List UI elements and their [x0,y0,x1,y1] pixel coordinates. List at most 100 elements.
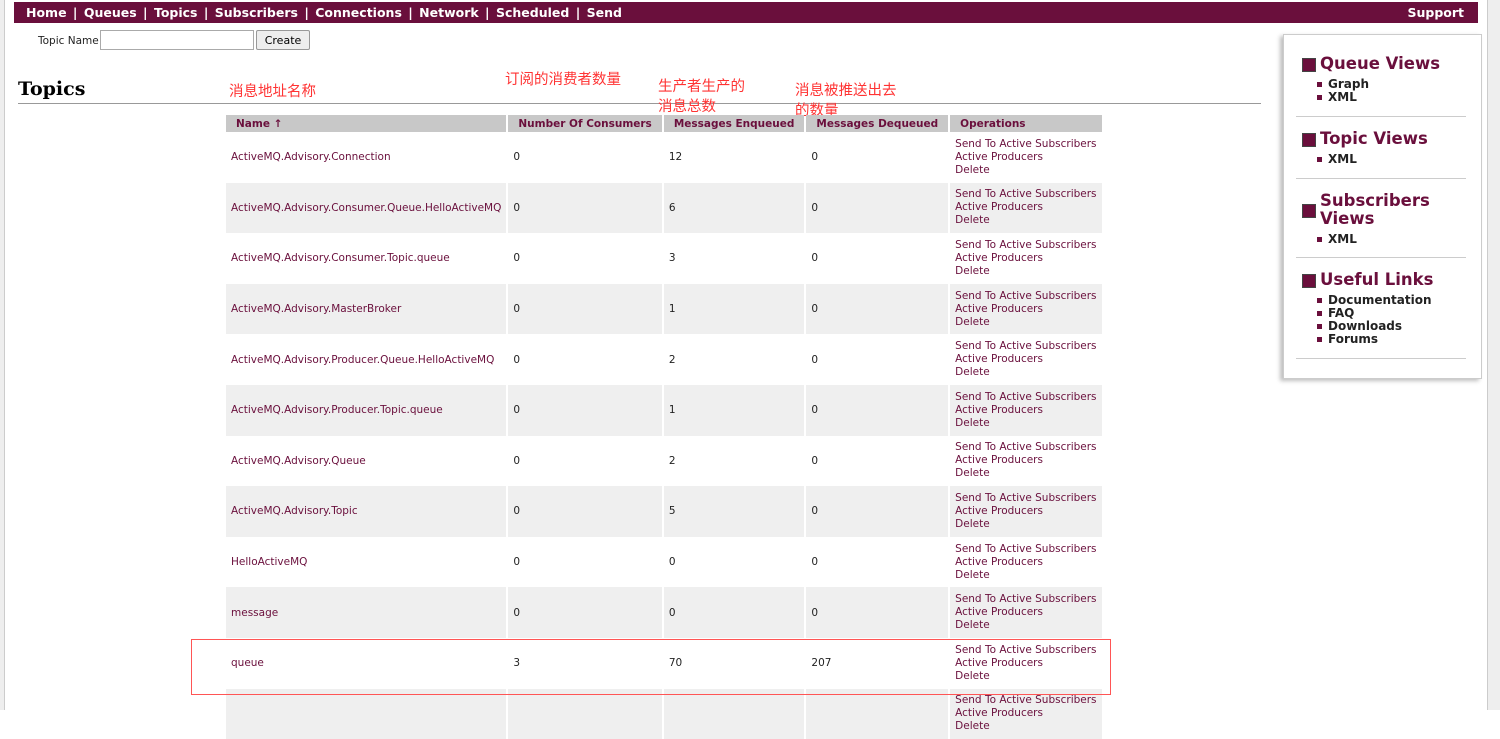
delete-link[interactable]: Delete [955,316,1096,329]
table-row: HelloActiveMQ 0 0 0 Send To Active Subscribe… [226,537,1102,588]
active-producers-link[interactable]: Active Producers [955,252,1096,265]
table-row: ActiveMQ.Advisory.Producer.Queue.HelloAc… [226,334,1102,385]
annotation-name: 消息地址名称 [229,84,316,100]
sidebar-section-topic-views: Topic Views XML [1296,130,1466,179]
topic-name-link[interactable]: ActiveMQ.Advisory.Queue [226,436,506,487]
sidebar-heading: Useful Links [1296,271,1466,289]
nav-connections[interactable]: Connections [315,5,402,20]
nav-queues[interactable]: Queues [84,5,137,20]
nav-scheduled[interactable]: Scheduled [496,5,569,20]
square-bullet-icon [1302,58,1316,72]
delete-link[interactable]: Delete [955,214,1096,227]
create-button[interactable]: Create [256,30,310,50]
topic-name-link[interactable]: ActiveMQ.Advisory.MasterBroker [226,283,507,335]
topic-name-link[interactable]: ActiveMQ.Advisory.Topic [226,486,507,537]
topic-name-link[interactable]: ActiveMQ.Advisory.Consumer.Queue.HelloAc… [226,182,507,234]
enqueued-count: 0 [663,587,805,638]
active-producers-link[interactable]: Active Producers [955,606,1096,619]
operations-cell: Send To Active Subscribers Active Produce… [950,384,1102,436]
active-producers-link[interactable]: Active Producers [955,556,1096,569]
delete-link[interactable]: Delete [955,720,1096,733]
operations-cell: Send To Active Subscribers Active Produce… [950,688,1102,739]
active-producers-link[interactable]: Active Producers [955,201,1096,214]
table-row: ActiveMQ.Advisory.Connection 0 12 0 Send To … [226,132,1102,183]
active-producers-link[interactable]: Active Producers [955,404,1096,417]
operations-cell: Send To Active Subscribers Active Produce… [950,587,1102,638]
send-to-subscribers-link[interactable]: Send To Active Subscribers [955,391,1096,404]
annotation-enqueued-1: 生产者生产的 [658,79,745,95]
consumers-count: 0 [508,486,662,537]
table-row: ActiveMQ.Advisory.Queue 0 2 0 Send To Active… [226,436,1102,487]
sidebar-section-subscribers-views: Subscribers Views XML [1296,192,1466,258]
sidebar-list: XML [1296,153,1466,166]
active-producers-link[interactable]: Active Producers [955,454,1096,467]
consumers-count: 0 [508,182,662,234]
topic-name-link[interactable]: ActiveMQ.Advisory.Consumer.Topic.queue [226,233,506,284]
sidebar-item-xml[interactable]: XML [1316,233,1466,246]
send-to-subscribers-link[interactable]: Send To Active Subscribers [955,188,1096,201]
header-dequeued[interactable]: Messages Dequeued [806,115,949,132]
delete-link[interactable]: Delete [955,569,1096,582]
nav-home[interactable]: Home [26,5,67,20]
topic-name-link[interactable]: ActiveMQ.Advisory.Producer.Queue.HelloAc… [226,334,506,385]
dequeued-count: 0 [811,454,819,467]
consumers-count [508,688,662,739]
delete-link[interactable]: Delete [955,265,1096,278]
consumers-count: 0 [508,283,662,335]
top-navigation-bar: Home | Queues | Topics | Subscribers | C… [14,2,1478,23]
topic-name-link[interactable]: ActiveMQ.Advisory.Producer.Topic.queue [226,384,507,436]
operations-cell: Send To Active Subscribers Active Produce… [950,334,1101,385]
annotation-dequeued-1: 消息被推送出去 [795,83,897,99]
topic-name-link[interactable] [226,688,507,739]
operations-cell: Send To Active Subscribers Active Produce… [950,182,1102,234]
send-to-subscribers-link[interactable]: Send To Active Subscribers [955,340,1096,353]
sidebar-heading: Subscribers Views [1296,192,1466,228]
topic-name-link[interactable]: message [226,587,507,638]
sidebar-item-forums[interactable]: Forums [1316,333,1466,346]
delete-link[interactable]: Delete [955,366,1096,379]
right-scrollbar-area[interactable] [1487,0,1500,710]
header-enqueued[interactable]: Messages Enqueued [663,115,805,132]
consumers-count: 0 [508,587,662,638]
dequeued-count: 0 [811,353,819,366]
bullet-icon [1317,311,1322,316]
active-producers-link[interactable]: Active Producers [955,505,1096,518]
square-bullet-icon [1302,133,1316,147]
send-to-subscribers-link[interactable]: Send To Active Subscribers [955,694,1096,707]
table-row: message 0 0 0 Send To Active Subscribers Acti… [226,587,1102,638]
header-consumers[interactable]: Number Of Consumers [508,115,662,132]
sidebar-section-useful-links: Useful Links Documentation FAQ Downloads… [1296,271,1466,359]
consumers-count: 0 [513,252,521,265]
delete-link[interactable]: Delete [955,164,1096,177]
active-producers-link[interactable]: Active Producers [955,151,1096,164]
active-producers-link[interactable]: Active Producers [955,707,1096,720]
topic-name-link[interactable]: ActiveMQ.Advisory.Connection [226,132,506,183]
send-to-subscribers-link[interactable]: Send To Active Subscribers [955,543,1096,556]
sidebar-heading: Topic Views [1296,130,1466,148]
nav-topics[interactable]: Topics [154,5,198,20]
nav-support[interactable]: Support [1407,2,1464,23]
send-to-subscribers-link[interactable]: Send To Active Subscribers [955,441,1096,454]
table-row: ActiveMQ.Advisory.Consumer.Topic.queue 0 3… [226,233,1102,284]
header-name[interactable]: Name ↑ [226,115,507,132]
delete-link[interactable]: Delete [955,467,1096,480]
send-to-subscribers-link[interactable]: Send To Active Subscribers [955,593,1096,606]
topic-name-input[interactable] [100,30,254,50]
active-producers-link[interactable]: Active Producers [955,353,1096,366]
topic-name-link[interactable]: HelloActiveMQ [226,537,506,588]
delete-link[interactable]: Delete [955,518,1096,531]
sidebar-item-xml[interactable]: XML [1316,91,1466,104]
send-to-subscribers-link[interactable]: Send To Active Subscribers [955,239,1096,252]
delete-link[interactable]: Delete [955,417,1096,430]
sidebar-item-xml[interactable]: XML [1316,153,1466,166]
delete-link[interactable]: Delete [955,619,1096,632]
nav-network[interactable]: Network [419,5,479,20]
send-to-subscribers-link[interactable]: Send To Active Subscribers [955,138,1096,151]
operations-cell: Send To Active Subscribers Active Produce… [950,132,1101,183]
nav-subscribers[interactable]: Subscribers [215,5,298,20]
send-to-subscribers-link[interactable]: Send To Active Subscribers [955,290,1096,303]
active-producers-link[interactable]: Active Producers [955,303,1096,316]
nav-send[interactable]: Send [587,5,622,20]
send-to-subscribers-link[interactable]: Send To Active Subscribers [955,492,1096,505]
enqueued-count: 1 [663,384,805,436]
